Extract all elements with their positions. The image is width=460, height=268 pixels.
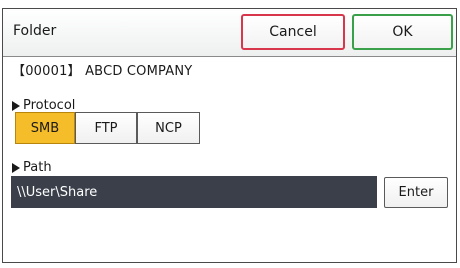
triangle-right-icon — [12, 162, 20, 173]
dialog-title: Folder — [13, 23, 57, 39]
destination-label: 【00001】 ABCD COMPANY — [12, 64, 193, 79]
protocol-heading: Protocol — [12, 98, 75, 113]
path-heading: Path — [12, 160, 52, 175]
dialog-header: Folder Cancel OK — [3, 9, 456, 57]
protocol-ncp-button[interactable]: NCP — [137, 112, 200, 144]
enter-button[interactable]: Enter — [384, 177, 448, 208]
protocol-smb-button[interactable]: SMB — [15, 112, 75, 144]
triangle-right-icon — [12, 100, 20, 111]
path-value: \\User\Share — [17, 184, 98, 200]
cancel-button[interactable]: Cancel — [241, 14, 345, 50]
protocol-heading-text: Protocol — [23, 98, 76, 113]
ok-button[interactable]: OK — [352, 14, 453, 50]
protocol-ftp-button[interactable]: FTP — [75, 112, 137, 144]
path-field[interactable]: \\User\Share — [11, 176, 377, 208]
path-heading-text: Path — [23, 160, 52, 175]
